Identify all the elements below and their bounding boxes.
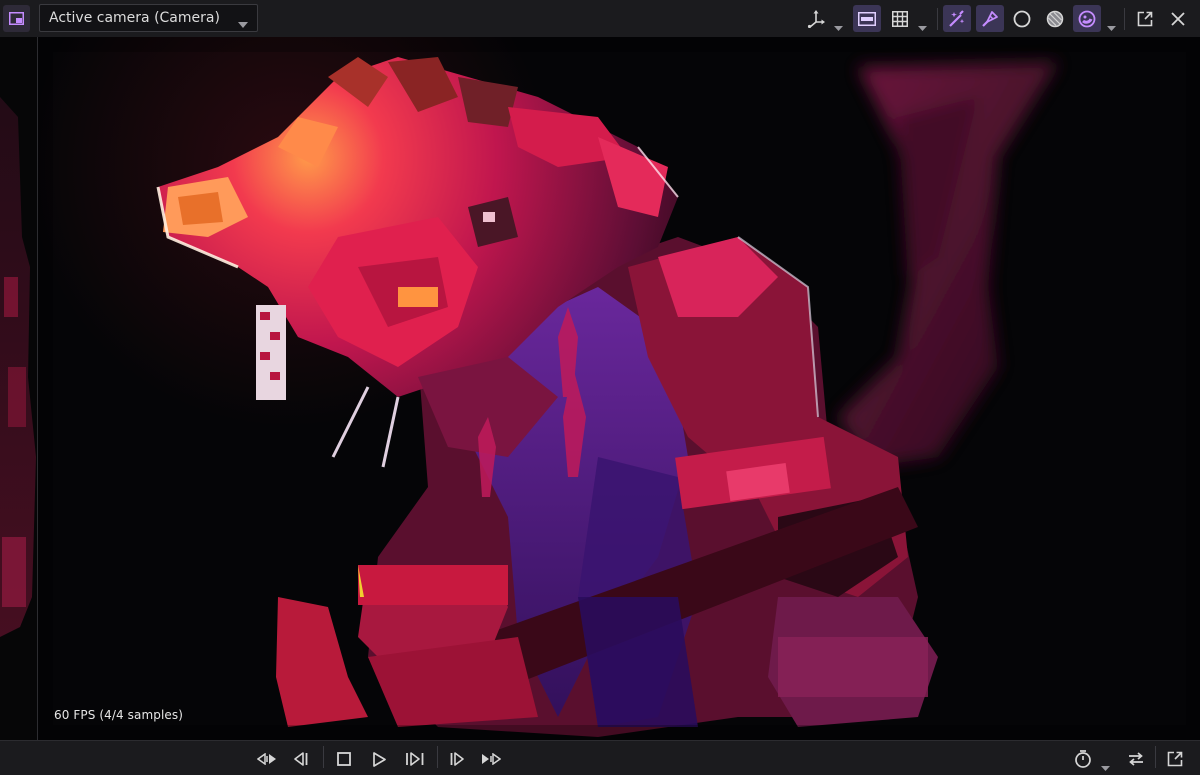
fps-counter: 60 FPS (4/4 samples) bbox=[54, 708, 184, 722]
circle-shading-icon bbox=[1013, 10, 1031, 28]
camera-select-value: Active camera (Camera) bbox=[49, 10, 220, 26]
render-preview bbox=[38, 37, 1200, 740]
step-forward-button[interactable] bbox=[401, 747, 429, 771]
shading-wand-icon bbox=[948, 9, 966, 28]
letterbox-icon bbox=[858, 11, 876, 26]
camera-viewport[interactable]: 60 FPS (4/4 samples) bbox=[37, 37, 1200, 740]
fast-forward-icon bbox=[481, 753, 501, 765]
transform-gizmo-button[interactable] bbox=[804, 7, 828, 31]
toolbar-separator bbox=[437, 746, 438, 768]
chevron-down-icon[interactable] bbox=[1101, 756, 1110, 775]
panel-toggle-icon bbox=[9, 12, 24, 25]
letterbox-toggle-button[interactable] bbox=[853, 5, 881, 32]
solid-shading-button[interactable] bbox=[1043, 7, 1067, 31]
playback-bar bbox=[0, 740, 1200, 775]
stop-icon bbox=[337, 752, 351, 766]
step-back-icon bbox=[293, 752, 309, 766]
timer-icon bbox=[1074, 750, 1092, 768]
grid-icon bbox=[892, 11, 908, 27]
transform-gizmo-icon bbox=[807, 10, 825, 28]
popout-button[interactable] bbox=[1133, 7, 1157, 31]
viewport-overscan-strip bbox=[0, 37, 37, 740]
grid-toggle-button[interactable] bbox=[888, 7, 912, 31]
play-button[interactable] bbox=[367, 747, 391, 771]
panel-toggle-button[interactable] bbox=[3, 5, 30, 32]
next-keyframe-icon bbox=[449, 752, 465, 766]
close-icon bbox=[1171, 12, 1185, 26]
play-icon bbox=[372, 751, 386, 767]
close-button[interactable] bbox=[1166, 7, 1190, 31]
environment-shading-icon bbox=[1078, 10, 1096, 28]
step-back-button[interactable] bbox=[289, 747, 313, 771]
rewind-to-start-button[interactable] bbox=[255, 747, 279, 771]
chevron-down-icon[interactable] bbox=[834, 16, 843, 35]
rewind-to-start-icon bbox=[257, 753, 277, 765]
camera-select[interactable]: Active camera (Camera) bbox=[39, 4, 258, 32]
toolbar-separator bbox=[937, 8, 938, 30]
rendered-shading-button[interactable] bbox=[1073, 5, 1101, 32]
toolbar-separator bbox=[323, 746, 324, 768]
stop-button[interactable] bbox=[332, 747, 356, 771]
loop-button[interactable] bbox=[1124, 747, 1148, 771]
next-keyframe-button[interactable] bbox=[445, 747, 469, 771]
shading-wand-button[interactable] bbox=[943, 5, 971, 32]
toolbar-separator bbox=[1124, 8, 1125, 30]
lighting-icon bbox=[981, 10, 999, 28]
chevron-down-icon[interactable] bbox=[918, 16, 927, 35]
export-button[interactable] bbox=[1163, 747, 1187, 771]
viewport-toolbar: Active camera (Camera) bbox=[0, 0, 1200, 37]
step-forward-icon bbox=[405, 752, 425, 766]
half-sphere-shading-icon bbox=[1046, 10, 1064, 28]
timer-button[interactable] bbox=[1071, 747, 1095, 771]
chevron-down-icon bbox=[238, 16, 248, 32]
chevron-down-icon[interactable] bbox=[1107, 16, 1116, 35]
wireframe-shading-button[interactable] bbox=[1010, 7, 1034, 31]
lighting-toggle-button[interactable] bbox=[976, 5, 1004, 32]
export-icon bbox=[1167, 751, 1183, 767]
toolbar-separator bbox=[1155, 746, 1156, 768]
popout-icon bbox=[1137, 11, 1153, 27]
loop-icon bbox=[1127, 751, 1145, 767]
fast-forward-button[interactable] bbox=[479, 747, 503, 771]
